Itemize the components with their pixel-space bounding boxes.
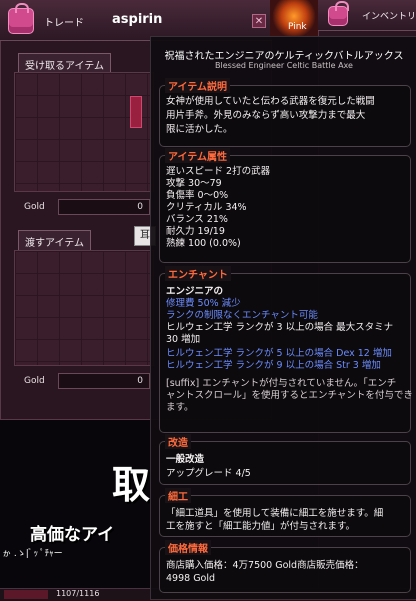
- give-gold-value: 0: [137, 376, 143, 386]
- enchant-note: ます。: [166, 402, 194, 413]
- receive-item-grid[interactable]: [14, 72, 154, 192]
- attribute-balance: バランス 21%: [166, 214, 228, 225]
- inventory-title: インベントリ: [362, 12, 416, 22]
- enchant-effect: 30 増加: [166, 334, 201, 345]
- enchant-effect: ヒルウェン工学 ランクが 3 以上の場合 最大スタミナ: [166, 322, 394, 333]
- receive-gold-value: 0: [137, 202, 143, 212]
- chat-fragment: ゕ .ゝ| ゙ ｯ ﾟﾁｬー: [2, 549, 63, 559]
- receive-gold-label: Gold: [24, 202, 45, 212]
- description-title: アイテム説明: [165, 78, 230, 93]
- enchant-note: ャントスクロール」を使用するとエンチャントを付与でき: [166, 390, 413, 401]
- attribute-speed: 遅いスピード 2打の武器: [166, 166, 271, 177]
- enchant-title: エンチャント: [165, 266, 231, 281]
- trade-bag-icon: [8, 3, 34, 34]
- description-line: 限に活かした。: [166, 124, 233, 135]
- description-line: 用片手斧。外見のみならず高い攻撃力まで最大: [166, 110, 366, 121]
- price-line: 4998 Gold: [166, 573, 216, 584]
- trade-close-button[interactable]: ✕: [252, 14, 266, 28]
- item-tooltip: 祝福されたエンジニアのケルティックバトルアックス Blessed Enginee…: [150, 36, 416, 600]
- price-title: 価格情報: [165, 540, 211, 555]
- price-section: 価格情報 商店購入価格：4万7500 Gold商店販売価格： 4998 Gold: [159, 540, 411, 593]
- enchant-section: エンチャント エンジニアの 修理費 50% 減少 ランクの制限なくエンチャント可…: [159, 266, 413, 433]
- enchant-note: [suffix] エンチャントが付与されていません。「エンチ: [166, 378, 397, 389]
- craft-title: 細工: [165, 488, 191, 503]
- inventory-titlebar[interactable]: インベントリ: [318, 0, 416, 31]
- game-background: [0, 420, 160, 600]
- attribute-proficiency: 熟練 100 (0.0%): [166, 238, 241, 249]
- upgrade-count: アップグレード 4/5: [166, 468, 251, 479]
- trade-title: トレード: [44, 18, 84, 29]
- give-item-grid[interactable]: [14, 250, 154, 366]
- trade-titlebar[interactable]: トレード aspirin ✕: [0, 0, 272, 41]
- attribute-attack: 攻撃 30～79: [166, 178, 222, 189]
- craft-line: 「細工道具」を使用して装備に細工を施せます。細: [166, 508, 384, 519]
- upgrade-type: 一般改造: [166, 454, 205, 465]
- give-gold-field: 0: [58, 373, 150, 389]
- enchant-effect: ランクの制限なくエンチャント可能: [166, 310, 318, 321]
- give-gold-label: Gold: [24, 376, 45, 386]
- upgrade-title: 改造: [165, 434, 191, 449]
- banner-large-char: 取: [112, 463, 151, 507]
- receive-gold-field: 0: [58, 199, 150, 215]
- status-counter: 1107/1116: [56, 589, 100, 598]
- banner-text-line: 高価なアイ: [30, 525, 115, 545]
- trade-partner-name: aspirin: [112, 12, 163, 27]
- attributes-section: アイテム属性 遅いスピード 2打の武器 攻撃 30～79 負傷率 0～0% クリ…: [159, 148, 411, 263]
- enchant-effect: 修理費 50% 減少: [166, 298, 241, 309]
- price-line: 商店購入価格：4万7500 Gold商店販売価格：: [166, 560, 364, 571]
- attribute-critical: クリティカル 34%: [166, 202, 247, 213]
- attributes-title: アイテム属性: [165, 148, 230, 163]
- hp-bar: [4, 590, 48, 599]
- attribute-durability: 耐久力 19/19: [166, 226, 225, 237]
- craft-line: 工を施すと「細工能力値」が付与されます。: [166, 521, 356, 532]
- enchant-effect: ヒルウェン工学 ランクが 9 以上の場合 Str 3 増加: [166, 360, 381, 371]
- pink-label: Pink: [288, 22, 307, 32]
- axe-item-icon[interactable]: [130, 96, 142, 128]
- description-line: 女神が使用していたと伝わる武器を復元した戦闘: [166, 96, 375, 107]
- attribute-injury: 負傷率 0～0%: [166, 190, 229, 201]
- description-section: アイテム説明 女神が使用していたと伝わる武器を復元した戦闘 用片手斧。外見のみな…: [159, 78, 411, 147]
- enchant-effect: ヒルウェン工学 ランクが 5 以上の場合 Dex 12 増加: [166, 348, 392, 359]
- item-name: 祝福されたエンジニアのケルティックバトルアックス: [164, 51, 404, 62]
- item-english-name: Blessed Engineer Celtic Battle Axe: [215, 61, 353, 70]
- enchant-name: エンジニアの: [166, 286, 224, 297]
- craft-section: 細工 「細工道具」を使用して装備に細工を施せます。細 工を施すと「細工能力値」が…: [159, 488, 411, 537]
- inventory-bag-icon: [328, 1, 349, 26]
- upgrade-section: 改造 一般改造 アップグレード 4/5: [159, 434, 411, 485]
- tab-give-items[interactable]: 渡すアイテム: [18, 230, 91, 252]
